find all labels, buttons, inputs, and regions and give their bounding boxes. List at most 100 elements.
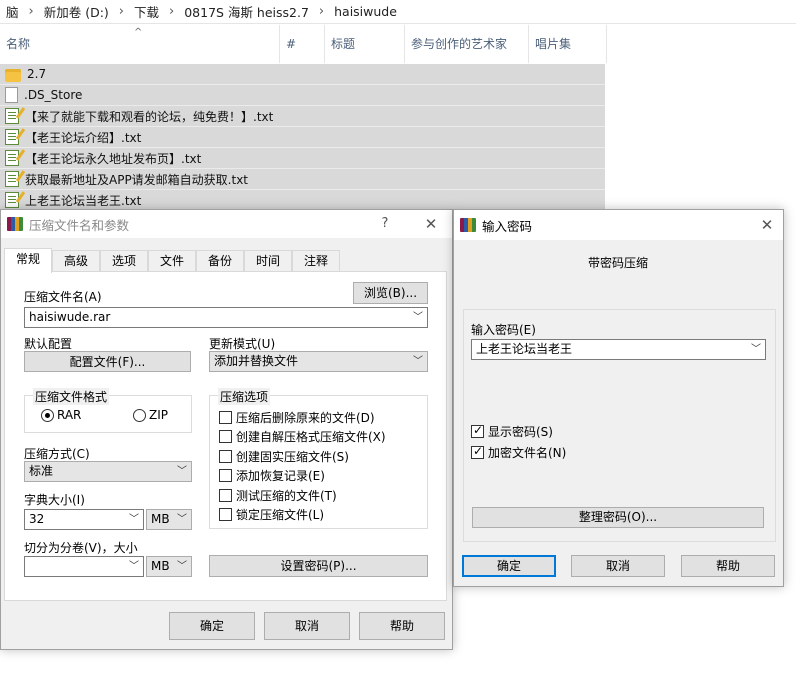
password-label: 输入密码(E) xyxy=(471,323,536,337)
update-mode-label: 更新模式(U) xyxy=(209,337,276,351)
close-icon[interactable]: ✕ xyxy=(754,210,780,240)
split-volume-select[interactable]: ﹀ xyxy=(24,556,144,577)
chevron-down-icon: ﹀ xyxy=(129,561,139,572)
format-zip-radio[interactable]: ZIP xyxy=(133,408,168,422)
archive-name-value: haisiwude.rar xyxy=(29,310,111,324)
file-name: 2.7 xyxy=(27,67,47,81)
format-rar-radio[interactable]: RAR xyxy=(41,408,81,422)
archive-options-title: 压缩选项 xyxy=(218,388,271,405)
winrar-icon xyxy=(7,217,23,231)
column-title[interactable]: 标题 xyxy=(325,25,405,63)
breadcrumb-item[interactable]: 0817S 海斯 heiss2.7 xyxy=(178,2,315,21)
file-row[interactable]: 【老王论坛永久地址发布页】.txt xyxy=(0,148,605,169)
archive-name-label: 压缩文件名(A) xyxy=(24,290,102,304)
column-artist[interactable]: 参与创作的艺术家 xyxy=(405,25,529,63)
file-row[interactable]: 【来了就能下载和观看的论坛，纯免费！】.txt xyxy=(0,106,605,127)
password-cancel-button[interactable]: 取消 xyxy=(571,555,665,577)
file-row[interactable]: 2.7 xyxy=(0,64,605,85)
chevron-right-icon: › xyxy=(318,4,325,19)
password-dialog-title: 输入密码 xyxy=(482,218,533,234)
password-ok-button[interactable]: 确定 xyxy=(462,555,556,577)
option-label: 测试压缩的文件(T) xyxy=(236,489,337,503)
organize-passwords-button[interactable]: 整理密码(O)... xyxy=(472,507,764,528)
file-row[interactable]: 【老王论坛介绍】.txt xyxy=(0,127,605,148)
file-row[interactable]: 上老王论坛当老王.txt xyxy=(0,190,605,211)
password-input[interactable]: 上老王论坛当老王 ﹀ xyxy=(471,339,766,360)
checkbox-unchecked-icon xyxy=(219,489,232,502)
chevron-right-icon: › xyxy=(28,4,34,19)
dict-size-label: 字典大小(I) xyxy=(24,493,85,507)
password-help-button[interactable]: 帮助 xyxy=(681,555,775,577)
tab-advanced[interactable]: 高级 xyxy=(52,250,100,272)
archive-name-input[interactable]: haisiwude.rar ﹀ xyxy=(24,307,428,328)
radio-selected-icon xyxy=(41,408,54,422)
password-dialog-titlebar[interactable]: 输入密码 ✕ xyxy=(454,210,783,240)
option-recovery-record[interactable]: 添加恢复记录(E) xyxy=(219,467,325,484)
option-label: 添加恢复记录(E) xyxy=(236,469,325,483)
column-number[interactable]: # xyxy=(280,25,325,63)
ok-button[interactable]: 确定 xyxy=(169,612,255,640)
update-mode-select[interactable]: 添加并替换文件 ﹀ xyxy=(209,351,428,372)
breadcrumb-item[interactable]: haisiwude xyxy=(328,4,403,19)
checkbox-unchecked-icon xyxy=(219,430,232,443)
chevron-down-icon: ﹀ xyxy=(413,312,423,323)
archive-format-title: 压缩文件格式 xyxy=(33,388,110,405)
default-profile-label: 默认配置 xyxy=(24,337,73,351)
cancel-button[interactable]: 取消 xyxy=(264,612,350,640)
encrypt-names-label: 加密文件名(N) xyxy=(488,446,567,460)
chevron-down-icon: ﹀ xyxy=(413,356,423,367)
option-lock-archive[interactable]: 锁定压缩文件(L) xyxy=(219,506,324,523)
help-button[interactable]: 帮助 xyxy=(359,612,445,640)
file-icon xyxy=(5,87,18,103)
update-mode-value: 添加并替换文件 xyxy=(214,354,299,368)
breadcrumb-item[interactable]: 下载 xyxy=(128,2,165,21)
column-album[interactable]: 唱片集 xyxy=(529,25,607,63)
file-row[interactable]: 获取最新地址及APP请发邮箱自动获取.txt xyxy=(0,169,605,190)
option-sfx[interactable]: 创建自解压格式压缩文件(X) xyxy=(219,428,386,445)
show-password-label: 显示密码(S) xyxy=(488,425,553,439)
encrypt-names-checkbox[interactable]: 加密文件名(N) xyxy=(471,444,566,461)
checkbox-checked-icon xyxy=(471,444,484,459)
archive-options-group: 压缩选项 压缩后删除原来的文件(D) 创建自解压格式压缩文件(X) 创建固实压缩… xyxy=(209,388,428,529)
split-unit-select[interactable]: MB ﹀ xyxy=(146,556,192,577)
tab-options[interactable]: 选项 xyxy=(100,250,148,272)
breadcrumb-item[interactable]: 脑 xyxy=(0,2,25,21)
chevron-down-icon: ﹀ xyxy=(751,344,761,355)
tab-files[interactable]: 文件 xyxy=(148,250,196,272)
dict-size-select[interactable]: 32 ﹀ xyxy=(24,509,144,530)
password-dialog: 输入密码 ✕ 带密码压缩 输入密码(E) 上老王论坛当老王 ﹀ 显示密码(S) … xyxy=(453,209,784,587)
chevron-down-icon: ﹀ xyxy=(177,514,187,525)
browse-button[interactable]: 浏览(B)... xyxy=(353,282,428,304)
profiles-button[interactable]: 配置文件(F)... xyxy=(24,351,191,372)
file-name: 【来了就能下载和观看的论坛，纯免费！】.txt xyxy=(25,109,274,124)
show-password-checkbox[interactable]: 显示密码(S) xyxy=(471,423,553,440)
tab-time[interactable]: 时间 xyxy=(244,250,292,272)
set-password-button[interactable]: 设置密码(P)... xyxy=(209,555,428,577)
option-solid[interactable]: 创建固实压缩文件(S) xyxy=(219,448,349,465)
file-name: 获取最新地址及APP请发邮箱自动获取.txt xyxy=(25,172,249,187)
option-label: 压缩后删除原来的文件(D) xyxy=(236,411,375,425)
option-label: 锁定压缩文件(L) xyxy=(236,508,325,522)
method-select[interactable]: 标准 ﹀ xyxy=(24,461,192,482)
option-test-files[interactable]: 测试压缩的文件(T) xyxy=(219,487,337,504)
dict-unit-select[interactable]: MB ﹀ xyxy=(146,509,192,530)
close-icon[interactable]: ✕ xyxy=(419,210,443,238)
tab-backup[interactable]: 备份 xyxy=(196,250,244,272)
file-row[interactable]: .DS_Store xyxy=(0,85,605,106)
help-icon[interactable]: ? xyxy=(375,210,395,238)
checkbox-unchecked-icon xyxy=(219,450,232,463)
file-name: 上老王论坛当老王.txt xyxy=(25,193,142,208)
format-rar-label: RAR xyxy=(57,408,82,422)
option-delete-after[interactable]: 压缩后删除原来的文件(D) xyxy=(219,409,375,426)
file-name: .DS_Store xyxy=(24,88,83,102)
method-value: 标准 xyxy=(29,464,54,478)
breadcrumb-item[interactable]: 新加卷 (D:) xyxy=(38,2,115,21)
column-name[interactable]: 名称 xyxy=(0,25,280,63)
tab-comment[interactable]: 注释 xyxy=(292,250,340,272)
file-name: 【老王论坛介绍】.txt xyxy=(25,130,142,145)
password-value: 上老王论坛当老王 xyxy=(476,342,573,356)
method-label: 压缩方式(C) xyxy=(24,447,90,461)
archive-dialog-titlebar[interactable]: 压缩文件名和参数 ? ✕ xyxy=(1,210,452,238)
tab-general[interactable]: 常规 xyxy=(4,248,52,273)
text-file-icon xyxy=(5,129,19,145)
